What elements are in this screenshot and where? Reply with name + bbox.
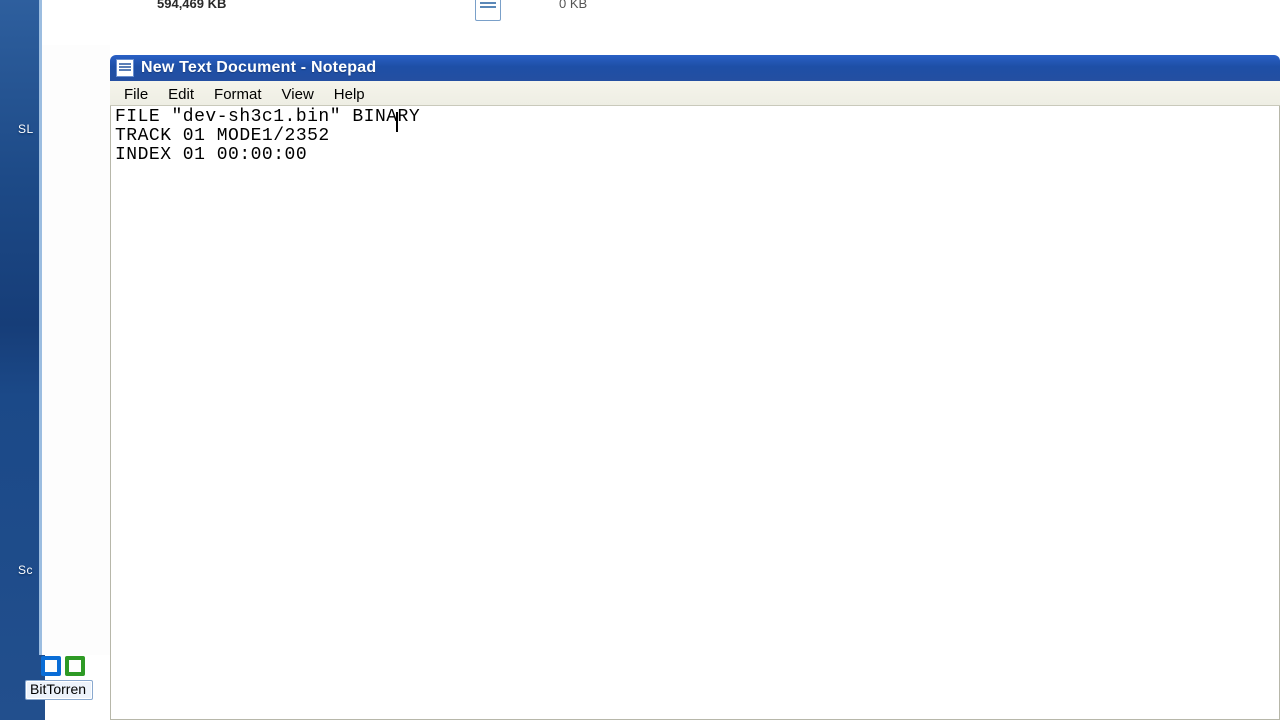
editor-line: TRACK 01 MODE1/2352 bbox=[115, 126, 330, 146]
file-item-doc[interactable] bbox=[475, 0, 509, 21]
menu-help[interactable]: Help bbox=[324, 81, 375, 105]
menu-edit[interactable]: Edit bbox=[158, 81, 204, 105]
editor-line: FILE "dev-sh3c1.bin" BINARY bbox=[115, 107, 420, 127]
text-editor-area[interactable]: FILE "dev-sh3c1.bin" BINARY TRACK 01 MOD… bbox=[110, 106, 1280, 720]
taskbar-item-bittorrent[interactable]: BitTorren bbox=[25, 680, 93, 700]
file-size-text: 0 KB bbox=[559, 0, 587, 11]
titlebar[interactable]: New Text Document - Notepad bbox=[110, 55, 1280, 81]
file-size-text: 594,469 KB bbox=[157, 0, 226, 11]
menu-format[interactable]: Format bbox=[204, 81, 272, 105]
editor-line: INDEX 01 00:00:00 bbox=[115, 145, 307, 165]
explorer-window-fragment bbox=[39, 45, 110, 655]
menu-view[interactable]: View bbox=[272, 81, 324, 105]
taskbar-item-label: BitTorren bbox=[30, 681, 86, 697]
text-caret bbox=[396, 112, 398, 132]
document-icon bbox=[475, 0, 501, 21]
menu-file[interactable]: File bbox=[114, 81, 158, 105]
notepad-window: New Text Document - Notepad File Edit Fo… bbox=[110, 55, 1280, 720]
menu-bar: File Edit Format View Help bbox=[110, 81, 1280, 106]
app-icon bbox=[41, 656, 91, 678]
notepad-icon bbox=[116, 59, 134, 77]
desktop-icon-label[interactable]: Sc bbox=[18, 563, 33, 577]
desktop-icon-label[interactable]: SL bbox=[18, 122, 34, 136]
window-title: New Text Document - Notepad bbox=[141, 59, 376, 77]
